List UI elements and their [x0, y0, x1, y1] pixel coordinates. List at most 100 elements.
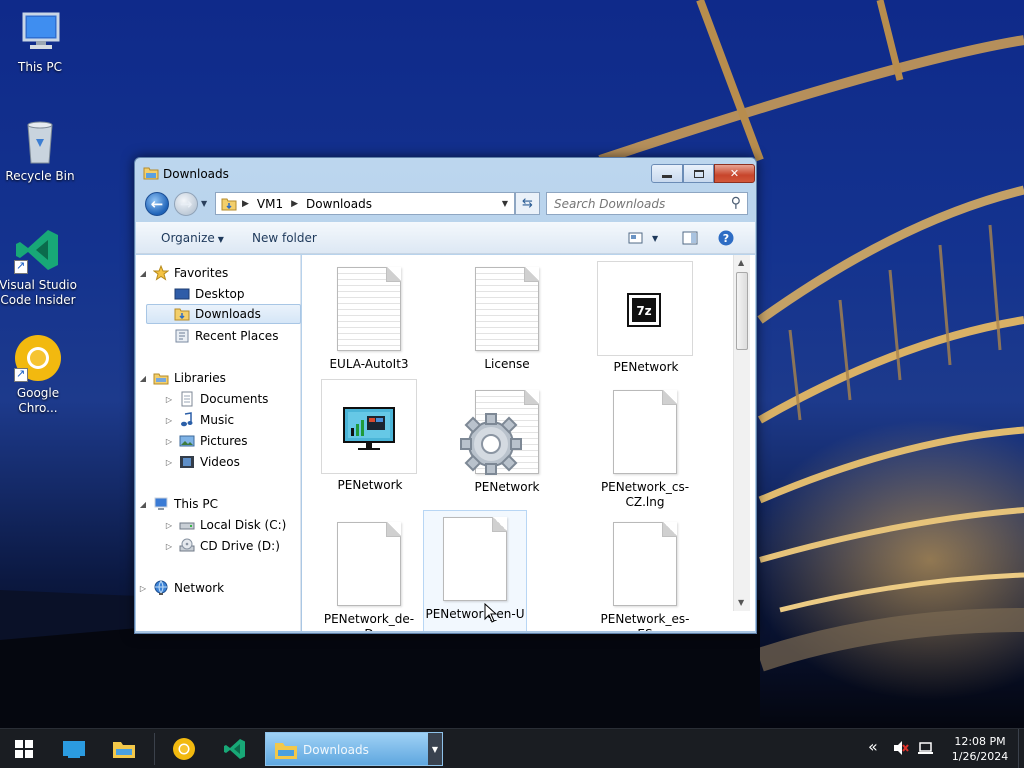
tree-desktop[interactable]: Desktop [174, 284, 245, 304]
blank-file-icon [610, 522, 680, 610]
chrome-icon [14, 334, 62, 382]
video-film-icon [179, 454, 195, 470]
start-button[interactable] [6, 733, 42, 765]
expand-arrow-icon[interactable]: ▷ [138, 584, 148, 593]
tree-pictures[interactable]: ▷ Pictures [164, 431, 248, 451]
new-folder-button[interactable]: New folder [252, 231, 317, 245]
view-options-dropdown[interactable]: ▼ [652, 234, 658, 243]
vscode-insiders-icon [14, 226, 62, 274]
tree-downloads[interactable]: Downloads [146, 304, 301, 324]
search-input[interactable] [547, 193, 722, 214]
file-item-eula-autoit3[interactable]: EULA-AutoIt3 [321, 261, 417, 372]
7zip-archive-icon: 7z [610, 268, 680, 356]
tree-documents[interactable]: ▷ Documents [164, 389, 268, 409]
tree-videos[interactable]: ▷ Videos [164, 452, 240, 472]
chevron-right-icon[interactable]: ▶ [291, 199, 298, 209]
vscode-insiders-icon [224, 739, 245, 759]
address-bar[interactable]: ▶ VM1 ▶ Downloads ▼ [215, 192, 515, 215]
forward-arrow-icon: → [179, 195, 193, 213]
file-name: PENetwork_en-U [425, 607, 525, 621]
desktop-icon-this-pc[interactable]: This PC [0, 8, 80, 75]
forward-button[interactable]: → [174, 192, 198, 216]
search-icon[interactable]: ⚲ [731, 195, 741, 211]
downloads-folder-icon [174, 306, 190, 322]
taskbar-vscode-insiders-button[interactable] [217, 733, 253, 765]
taskbar-task-label: Downloads [303, 743, 369, 757]
tree-label: CD Drive (D:) [200, 539, 280, 553]
tree-music[interactable]: ▷ Music [164, 410, 234, 430]
folder-icon [143, 166, 159, 183]
file-item-penetwork-en-us[interactable]: PENetwork_en-U [423, 510, 527, 631]
tree-favorites[interactable]: ◢ Favorites [140, 263, 228, 283]
close-button[interactable]: ✕ [714, 164, 755, 183]
file-item-license[interactable]: License [459, 261, 555, 372]
taskbar-separator [154, 733, 155, 765]
preview-pane-icon[interactable] [682, 230, 698, 246]
maximize-button[interactable] [683, 164, 714, 183]
file-item-penetwork-exe[interactable]: PENetwork [321, 379, 417, 492]
desktop-icon-recycle-bin[interactable]: Recycle Bin [0, 117, 80, 184]
tree-recent-places[interactable]: Recent Places [174, 326, 278, 346]
expand-arrow-icon[interactable]: ◢ [138, 500, 148, 509]
file-name: PENetwork_es-ES [600, 612, 690, 631]
scrollbar-thumb[interactable] [736, 272, 748, 350]
mouse-cursor [484, 602, 498, 626]
tree-label: Music [200, 413, 235, 427]
shortcut-arrow-icon [14, 366, 28, 382]
taskbar-task-dropdown[interactable]: ▼ [428, 733, 442, 765]
breadcrumb-vm1[interactable]: VM1 [257, 197, 283, 211]
address-history-dropdown[interactable]: ▼ [502, 199, 508, 208]
file-item-penetwork-settings[interactable]: PENetwork [459, 384, 555, 495]
taskbar-desktop-button[interactable] [56, 733, 92, 765]
refresh-button[interactable]: ⇆ [515, 192, 540, 215]
search-box[interactable]: ⚲ [546, 192, 748, 215]
desktop-icon-google-chrome[interactable]: Google Chro... [0, 334, 78, 416]
tree-network[interactable]: ▷ Network [140, 578, 224, 598]
expand-arrow-icon[interactable]: ◢ [138, 269, 148, 278]
system-clock[interactable]: 12:08 PM 1/26/2024 [946, 734, 1014, 764]
scroll-down-arrow-icon[interactable]: ▼ [738, 598, 744, 607]
tree-this-pc[interactable]: ◢ This PC [140, 494, 218, 514]
network-monitor-app-icon [334, 386, 404, 474]
taskbar-downloads-window-button[interactable]: Downloads ▼ [265, 732, 443, 766]
expand-arrow-icon[interactable]: ◢ [138, 374, 148, 383]
show-desktop-button[interactable] [1018, 729, 1024, 768]
expand-arrow-icon[interactable]: ▷ [164, 458, 174, 467]
file-item-penetwork-7z[interactable]: 7z PENetwork [597, 261, 693, 374]
help-icon[interactable]: ? [718, 230, 734, 246]
tree-libraries[interactable]: ◢ Libraries [140, 368, 226, 388]
organize-button[interactable]: Organize ▼ [161, 231, 224, 245]
navigation-pane: ◢ Favorites Desktop Downloads Recent Pla… [136, 255, 301, 631]
file-name: PENetwork_cs-CZ.lng [600, 480, 690, 509]
expand-arrow-icon[interactable]: ▷ [164, 521, 174, 530]
chevron-right-icon[interactable]: ▶ [242, 199, 249, 209]
expand-arrow-icon[interactable]: ▷ [164, 542, 174, 551]
hard-drive-icon [179, 517, 195, 533]
breadcrumb-downloads[interactable]: Downloads [306, 197, 372, 211]
file-item-penetwork-cs-cz[interactable]: PENetwork_cs-CZ.lng [597, 384, 693, 510]
file-item-penetwork-es-es[interactable]: PENetwork_es-ES [597, 516, 693, 631]
file-item-penetwork-de-de[interactable]: PENetwork_de-D [321, 516, 417, 631]
title-bar[interactable]: Downloads ✕ [135, 158, 756, 188]
taskbar-file-explorer-button[interactable] [106, 733, 142, 765]
scroll-up-arrow-icon[interactable]: ▲ [738, 258, 744, 267]
blank-file-icon [440, 517, 510, 605]
chrome-icon [173, 738, 195, 760]
back-button[interactable]: ← [145, 192, 169, 216]
tree-cd-drive[interactable]: ▷ CD Drive (D:) [164, 536, 280, 556]
minimize-button[interactable] [651, 164, 683, 183]
network-status-icon[interactable] [918, 740, 934, 760]
show-hidden-icons-button[interactable]: « [868, 737, 878, 756]
expand-arrow-icon[interactable]: ▷ [164, 416, 174, 425]
change-view-icon[interactable] [628, 230, 644, 246]
desktop-icon-vscode-insider[interactable]: Visual Studio Code Insider [0, 226, 78, 308]
vertical-scrollbar[interactable]: ▲ ▼ [733, 255, 750, 611]
documents-icon [179, 391, 195, 407]
expand-arrow-icon[interactable]: ▷ [164, 395, 174, 404]
volume-muted-icon[interactable] [893, 740, 909, 760]
taskbar-chrome-button[interactable] [166, 733, 202, 765]
tree-local-disk[interactable]: ▷ Local Disk (C:) [164, 515, 286, 535]
recent-pages-dropdown[interactable]: ▼ [201, 199, 207, 208]
expand-arrow-icon[interactable]: ▷ [164, 437, 174, 446]
desktop-screen-icon [63, 741, 85, 758]
